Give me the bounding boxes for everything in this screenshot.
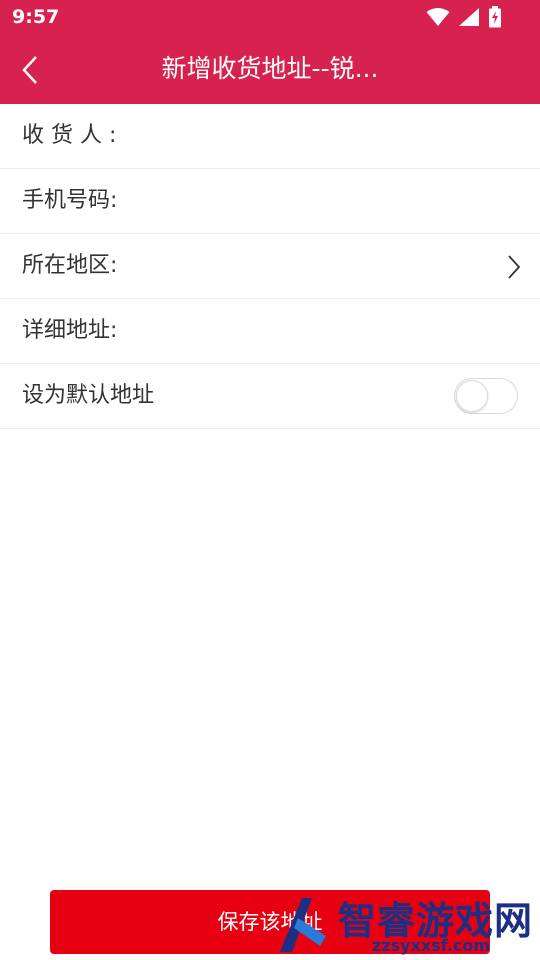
receiver-label: 收 货 人 : xyxy=(22,123,117,148)
back-button[interactable] xyxy=(8,48,52,92)
address-form: 收 货 人 : 手机号码: 所在地区: 详细地址: 设为默认地址 xyxy=(0,104,540,429)
app-header: 9:57 新增收货地址--锐... xyxy=(0,0,540,104)
address-label: 详细地址: xyxy=(22,318,118,343)
region-row[interactable]: 所在地区: xyxy=(0,234,540,299)
region-label: 所在地区: xyxy=(22,253,118,278)
receiver-input[interactable] xyxy=(130,114,490,158)
status-time: 9:57 xyxy=(12,6,60,28)
receiver-row: 收 货 人 : xyxy=(0,104,540,169)
page-title: 新增收货地址--锐... xyxy=(161,54,379,83)
phone-label: 手机号码: xyxy=(22,188,118,213)
default-label: 设为默认地址 xyxy=(22,383,155,408)
back-arrow-icon xyxy=(22,56,37,84)
watermark-logo-icon xyxy=(280,898,326,952)
chevron-right-icon xyxy=(508,255,521,279)
battery-icon xyxy=(489,6,501,28)
default-toggle[interactable] xyxy=(454,378,518,414)
wifi-icon xyxy=(426,8,450,26)
status-bar: 9:57 xyxy=(0,0,540,36)
address-input[interactable] xyxy=(130,309,490,353)
status-icons xyxy=(426,6,502,28)
phone-row: 手机号码: xyxy=(0,169,540,234)
nav-bar: 新增收货地址--锐... xyxy=(0,36,540,104)
toggle-knob xyxy=(456,380,488,412)
default-row: 设为默认地址 xyxy=(0,364,540,429)
address-row: 详细地址: xyxy=(0,299,540,364)
watermark: 智睿游戏网 zzsyxxsf.com xyxy=(268,890,540,960)
signal-icon xyxy=(459,8,479,26)
phone-input[interactable] xyxy=(130,179,490,223)
watermark-url: zzsyxxsf.com xyxy=(372,936,491,955)
